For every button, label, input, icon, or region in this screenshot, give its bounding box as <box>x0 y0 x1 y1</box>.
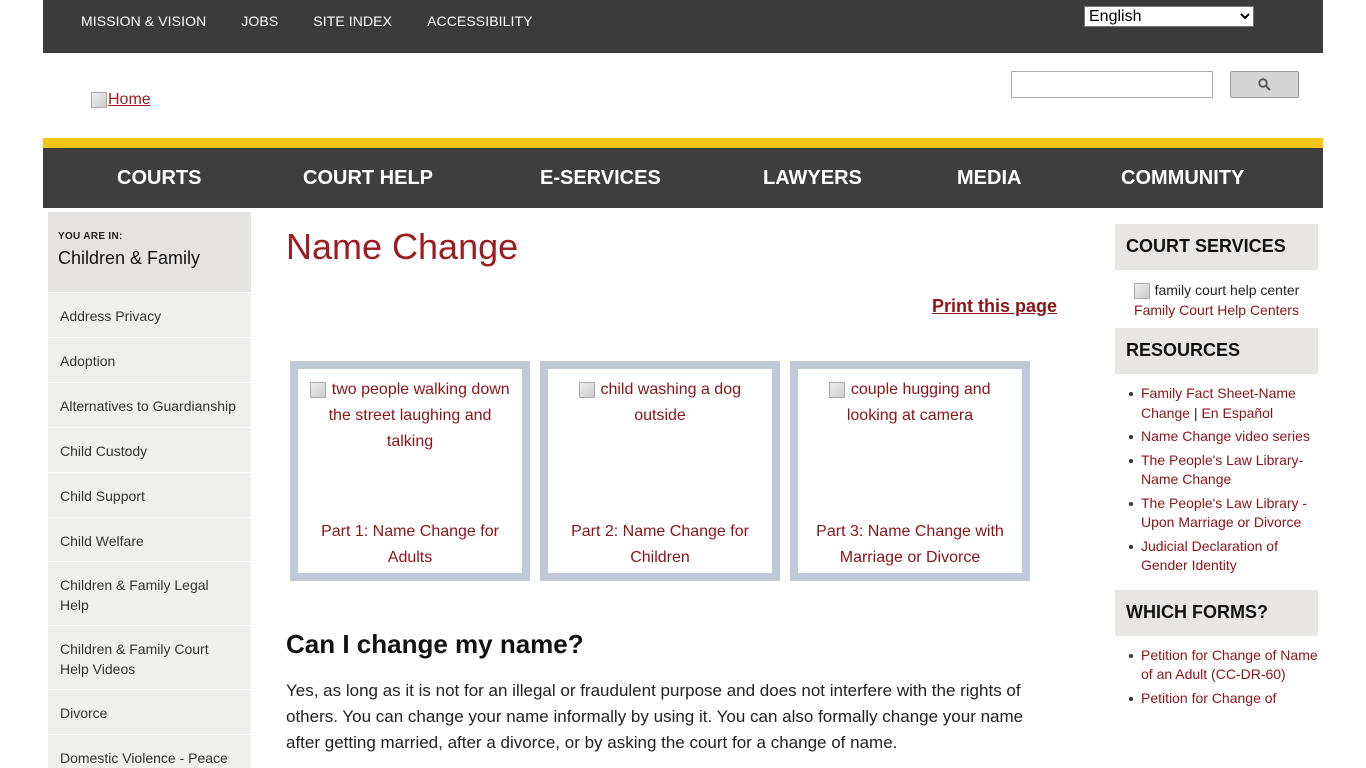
video-card-caption[interactable]: Part 3: Name Change with Marriage or Div… <box>798 519 1022 571</box>
mission-vision-link[interactable]: MISSION & VISION <box>81 13 206 29</box>
video-card-caption[interactable]: Part 2: Name Change for Children <box>548 519 772 571</box>
peoples-law-library-name-change-link[interactable]: The People's Law Library-Name Change <box>1129 451 1318 490</box>
sidebar-item-court-help-videos[interactable]: Children & Family Court Help Videos <box>48 625 251 689</box>
broken-image-icon <box>829 381 846 398</box>
sidebar-item-adoption[interactable]: Adoption <box>48 337 251 382</box>
help-center-image[interactable]: family court help center <box>1115 280 1318 300</box>
video-card-image[interactable]: two people walking down the street laugh… <box>298 377 522 455</box>
nav-court-help[interactable]: COURT HELP <box>303 167 433 190</box>
main-nav: COURTS COURT HELP E-SERVICES LAWYERS MED… <box>43 148 1323 208</box>
nav-media[interactable]: MEDIA <box>957 167 1021 190</box>
question-heading: Can I change my name? <box>286 629 584 659</box>
video-card-image-alt: child washing a dog outside <box>600 381 741 424</box>
video-card-part-2[interactable]: child washing a dog outside Part 2: Name… <box>540 361 780 581</box>
print-page-link[interactable]: Print this page <box>932 296 1057 317</box>
broken-image-icon <box>579 381 595 398</box>
main-content: Name Change Print this page two people w… <box>286 226 1058 752</box>
gender-identity-link[interactable]: Judicial Declaration of Gender Identity <box>1129 537 1318 576</box>
header: Home <box>43 53 1323 138</box>
which-forms-heading: WHICH FORMS? <box>1115 589 1318 636</box>
broken-image-icon <box>91 92 107 108</box>
answer-paragraph: Yes, as long as it is not for an illegal… <box>286 681 1024 752</box>
list-item: Family Fact Sheet-Name Change | En Españ… <box>1129 384 1318 423</box>
sidebar-item-alternatives-to-guardianship[interactable]: Alternatives to Guardianship <box>48 382 251 427</box>
form-adult-name-change-link[interactable]: Petition for Change of Name of an Adult … <box>1129 646 1318 685</box>
link-separator: | <box>1190 404 1202 421</box>
video-card-part-3[interactable]: couple hugging and looking at camera Par… <box>790 361 1030 581</box>
video-card-image-alt: couple hugging and looking at camera <box>846 381 991 424</box>
sidebar-item-divorce[interactable]: Divorce <box>48 689 251 734</box>
home-logo-alt: Home <box>108 91 151 108</box>
nav-courts[interactable]: COURTS <box>117 167 201 190</box>
nav-e-services[interactable]: E-SERVICES <box>540 167 661 190</box>
family-court-help-centers-link[interactable]: Family Court Help Centers <box>1134 302 1299 318</box>
section-title: Children & Family <box>58 248 201 268</box>
court-services-box: family court help center Family Court He… <box>1115 270 1318 320</box>
section-sidebar: YOU ARE IN: Children & Family Address Pr… <box>48 212 251 768</box>
court-services-heading: COURT SERVICES <box>1115 224 1318 270</box>
broken-image-icon <box>310 381 327 398</box>
form-petition-link[interactable]: Petition for Change of <box>1129 689 1318 709</box>
utility-bar: MISSION & VISION JOBS SITE INDEX ACCESSI… <box>43 0 1323 53</box>
search-icon <box>1258 78 1271 91</box>
peoples-law-library-marriage-divorce-link[interactable]: The People's Law Library - Upon Marriage… <box>1129 494 1318 533</box>
video-series-link[interactable]: Name Change video series <box>1129 427 1318 447</box>
sidebar-item-domestic-violence[interactable]: Domestic Violence - Peace <box>48 734 251 768</box>
site-index-link[interactable]: SITE INDEX <box>313 13 392 29</box>
video-card-part-1[interactable]: two people walking down the street laugh… <box>290 361 530 581</box>
video-card-image[interactable]: couple hugging and looking at camera <box>798 377 1022 429</box>
en-espanol-link[interactable]: En Español <box>1201 405 1273 421</box>
sidebar-item-address-privacy[interactable]: Address Privacy <box>48 292 251 337</box>
resources-heading: RESOURCES <box>1115 328 1318 374</box>
sidebar-item-child-welfare[interactable]: Child Welfare <box>48 517 251 561</box>
you-are-in-box: YOU ARE IN: Children & Family <box>48 212 251 292</box>
nav-lawyers[interactable]: LAWYERS <box>763 167 862 190</box>
nav-community[interactable]: COMMUNITY <box>1121 167 1244 190</box>
search-input[interactable] <box>1011 71 1213 98</box>
utility-links: MISSION & VISION JOBS SITE INDEX ACCESSI… <box>81 13 568 29</box>
broken-image-icon <box>1133 283 1150 300</box>
search-button[interactable] <box>1230 71 1299 98</box>
right-sidebar: COURT SERVICES family court help center … <box>1115 224 1318 722</box>
home-logo-link[interactable]: Home <box>91 91 151 109</box>
sidebar-item-legal-help[interactable]: Children & Family Legal Help <box>48 561 251 625</box>
video-card-image[interactable]: child washing a dog outside <box>548 377 772 429</box>
page-title: Name Change <box>286 226 519 267</box>
forms-list: Petition for Change of Name of an Adult … <box>1115 636 1318 723</box>
sidebar-item-child-support[interactable]: Child Support <box>48 472 251 517</box>
help-center-image-alt: family court help center <box>1154 282 1300 298</box>
you-are-in-label: YOU ARE IN: <box>58 231 123 242</box>
accent-stripe <box>43 138 1323 148</box>
sidebar-item-child-custody[interactable]: Child Custody <box>48 427 251 472</box>
language-select[interactable]: English <box>1084 6 1254 27</box>
accessibility-link[interactable]: ACCESSIBILITY <box>427 13 533 29</box>
jobs-link[interactable]: JOBS <box>241 13 278 29</box>
video-card-caption[interactable]: Part 1: Name Change for Adults <box>298 519 522 571</box>
video-card-image-alt: two people walking down the street laugh… <box>328 381 510 450</box>
resources-list: Family Fact Sheet-Name Change | En Españ… <box>1115 374 1318 590</box>
